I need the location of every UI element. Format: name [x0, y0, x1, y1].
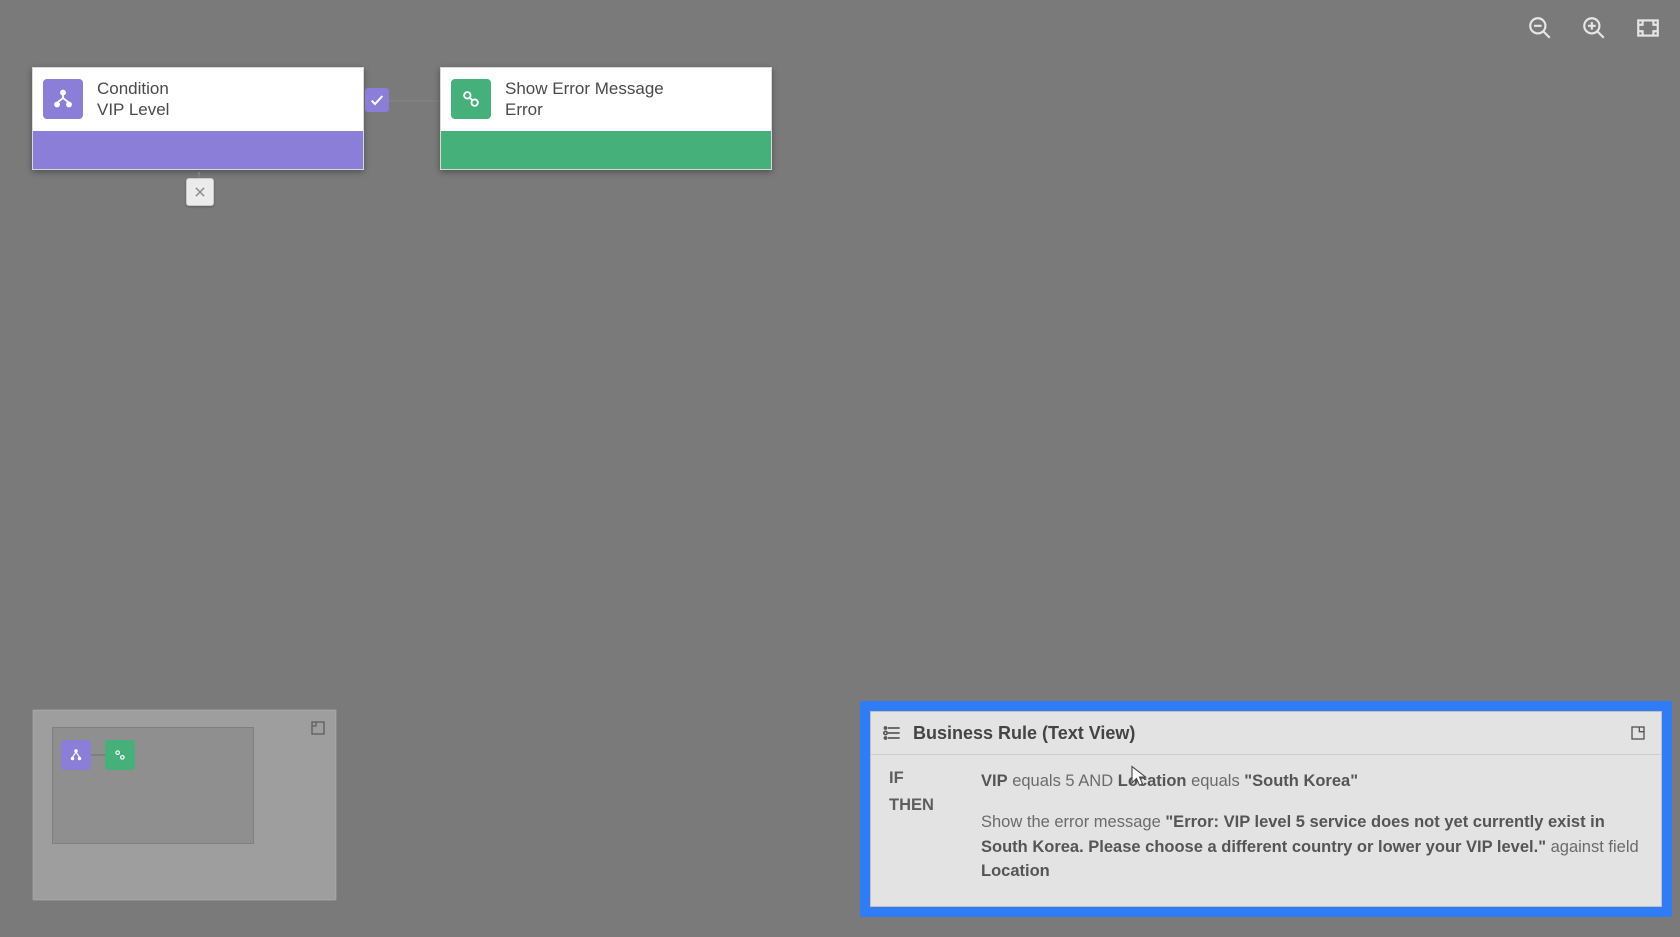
minimap-connector [91, 754, 105, 756]
text-view-expand-button[interactable] [1627, 722, 1649, 744]
action-node-header: Show Error Message Error [441, 68, 771, 131]
connector-line [389, 100, 439, 102]
text-view-panel-highlight: Business Rule (Text View) IF VIP equals … [860, 701, 1672, 917]
action-subtitle: Error [505, 99, 664, 120]
minimap-condition-node [61, 740, 91, 770]
text-view-panel[interactable]: Business Rule (Text View) IF VIP equals … [870, 711, 1662, 907]
expand-panel-icon [1630, 725, 1646, 741]
zoom-in-icon [1581, 15, 1607, 41]
text-view-title: Business Rule (Text View) [913, 723, 1135, 744]
text-view-icon [883, 723, 903, 743]
minimap[interactable] [32, 709, 337, 901]
action-footer [441, 131, 771, 169]
connector-false-badge [186, 178, 214, 206]
condition-subtitle: VIP Level [97, 99, 169, 120]
minimap-action-node [105, 740, 135, 770]
then-expression: Show the error message "Error: VIP level… [981, 810, 1643, 884]
canvas-toolbar [1512, 4, 1676, 52]
x-icon [193, 185, 207, 199]
if-expression: VIP equals 5 AND Location equals "South … [981, 769, 1643, 794]
connector-true-badge [365, 88, 389, 112]
fullscreen-icon [1635, 15, 1661, 41]
text-view-header: Business Rule (Text View) [871, 712, 1661, 755]
fit-to-screen-button[interactable] [1630, 10, 1666, 46]
condition-footer [33, 131, 363, 169]
zoom-in-button[interactable] [1576, 10, 1612, 46]
condition-title: Condition [97, 78, 169, 99]
minimap-expand-button[interactable] [308, 718, 328, 738]
zoom-out-icon [1527, 15, 1553, 41]
text-view-body: IF VIP equals 5 AND Location equals "Sou… [871, 755, 1661, 906]
condition-node[interactable]: Condition VIP Level [32, 67, 364, 170]
condition-icon [43, 79, 83, 119]
action-node[interactable]: Show Error Message Error [440, 67, 772, 170]
then-label: THEN [889, 796, 967, 884]
zoom-out-button[interactable] [1522, 10, 1558, 46]
if-label: IF [889, 769, 967, 794]
condition-node-header: Condition VIP Level [33, 68, 363, 131]
check-icon [369, 92, 385, 108]
expand-icon [310, 720, 326, 736]
action-icon [451, 79, 491, 119]
action-title: Show Error Message [505, 78, 664, 99]
